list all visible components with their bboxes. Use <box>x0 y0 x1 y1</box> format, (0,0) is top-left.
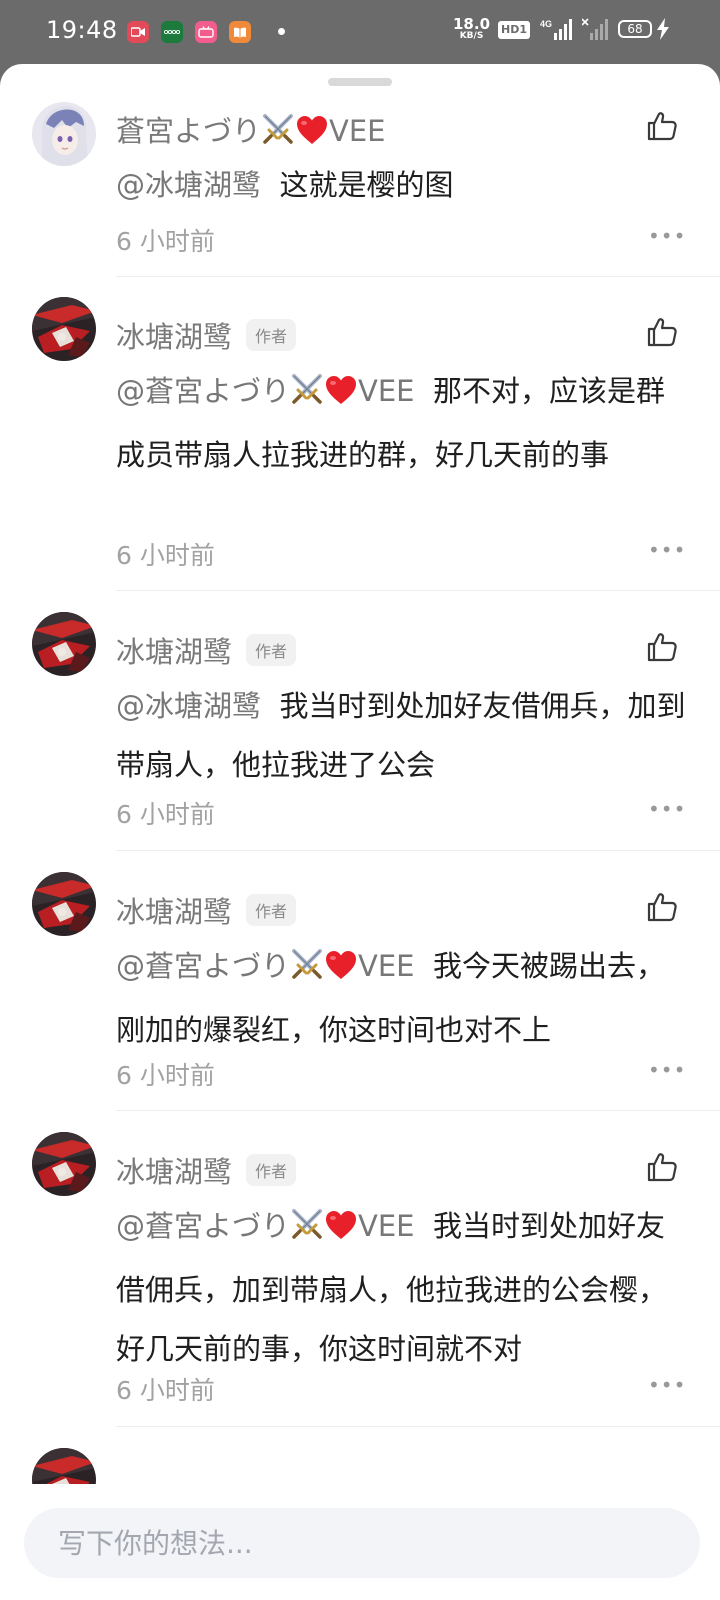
divider <box>116 850 720 851</box>
comment-input[interactable] <box>24 1508 700 1578</box>
avatar[interactable] <box>32 102 96 166</box>
author-badge: 作者 <box>246 894 297 926</box>
network-speed: 18.0 KB/S <box>453 15 491 41</box>
crossed-swords-icon <box>290 367 324 426</box>
more-options-icon[interactable]: ••• <box>648 1373 686 1397</box>
like-icon[interactable] <box>646 891 678 923</box>
crossed-swords-icon <box>261 112 295 153</box>
avatar[interactable] <box>32 297 96 361</box>
more-options-icon[interactable]: ••• <box>648 224 686 248</box>
comment-composer-bar <box>0 1484 720 1600</box>
like-icon[interactable] <box>646 631 678 663</box>
crossed-swords-icon <box>290 1202 324 1261</box>
mention-link[interactable]: @蒼宮よづり VEE <box>116 1209 415 1243</box>
comment-timestamp: 6 小时前 <box>116 1376 215 1405</box>
more-options-icon[interactable]: ••• <box>648 1058 686 1082</box>
video-recorder-app-icon <box>127 21 149 43</box>
author-name[interactable]: 蒼宮よづり VEE <box>116 108 386 153</box>
author-row: 蒼宮よづり VEE <box>116 108 386 153</box>
author-badge: 作者 <box>246 1154 297 1186</box>
red-heart-icon <box>324 942 358 1001</box>
signal-4g-icon: 4G <box>540 18 574 46</box>
comment-text: @蒼宮よづり VEE 我当时到处加好友借佣兵，加到带扇人，他拉我进的公会樱，好几天… <box>116 1197 686 1379</box>
charging-bolt-icon <box>656 18 670 44</box>
avatar[interactable] <box>32 872 96 936</box>
drag-handle[interactable] <box>328 78 392 86</box>
comment-timestamp: 6 小时前 <box>116 227 215 256</box>
divider <box>116 1426 720 1427</box>
hd-voice-icon: HD1 <box>498 21 530 39</box>
comment-timestamp: 6 小时前 <box>116 800 215 829</box>
status-time: 19:48 <box>46 16 118 44</box>
mention-link[interactable]: @冰塘湖鹭 <box>116 689 261 723</box>
author-name[interactable]: 冰塘湖鹭 <box>116 1149 232 1191</box>
divider <box>116 1110 720 1111</box>
comment-text: @蒼宮よづり VEE 我今天被踢出去，刚加的爆裂红，你这时间也对不上 <box>116 937 686 1060</box>
comments-sheet: 蒼宮よづり VEE @冰塘湖鹭 这就是樱的图 6 小时前 ••• 冰塘湖鹭 作者 @蒼宮よづり… <box>0 64 720 1600</box>
author-badge: 作者 <box>246 319 297 351</box>
like-icon[interactable] <box>646 110 678 142</box>
divider <box>116 276 720 277</box>
comment-text: @冰塘湖鹭 这就是樱的图 <box>116 156 686 215</box>
red-heart-icon <box>324 367 358 426</box>
more-options-icon[interactable]: ••• <box>648 797 686 821</box>
more-notifications-dot <box>278 28 285 35</box>
author-name[interactable]: 冰塘湖鹭 <box>116 889 232 931</box>
author-badge: 作者 <box>246 634 297 666</box>
more-options-icon[interactable]: ••• <box>648 538 686 562</box>
signal-no-service-icon <box>581 18 610 46</box>
book-reader-app-icon <box>229 21 251 43</box>
comment-text: @冰塘湖鹭 我当时到处加好友借佣兵，加到带扇人，他拉我进了公会 <box>116 677 686 795</box>
status-bar: 19:48 18.0 KB/S HD1 4G 68 <box>0 0 720 64</box>
avatar[interactable] <box>32 612 96 676</box>
mention-link[interactable]: @蒼宮よづり VEE <box>116 949 415 983</box>
red-heart-icon <box>324 1202 358 1261</box>
mention-link[interactable]: @蒼宮よづり VEE <box>116 374 415 408</box>
oppo-app-icon <box>161 21 183 43</box>
comment-text: @蒼宮よづり VEE 那不对，应该是群成员带扇人拉我进的群，好几天前的事 <box>116 362 686 485</box>
bilibili-app-icon <box>195 21 217 43</box>
battery-icon: 68 <box>618 20 652 38</box>
mention-link[interactable]: @冰塘湖鹭 <box>116 168 261 202</box>
author-row: 冰塘湖鹭 作者 <box>116 314 297 356</box>
author-row: 冰塘湖鹭 作者 <box>116 629 297 671</box>
divider <box>116 590 720 591</box>
comment-timestamp: 6 小时前 <box>116 541 215 570</box>
like-icon[interactable] <box>646 316 678 348</box>
comment-body: 这就是樱的图 <box>279 168 454 202</box>
author-row: 冰塘湖鹭 作者 <box>116 1149 297 1191</box>
author-name[interactable]: 冰塘湖鹭 <box>116 314 232 356</box>
avatar[interactable] <box>32 1132 96 1196</box>
notification-app-icons <box>127 21 251 43</box>
red-heart-icon <box>295 114 329 153</box>
network-type-label: 4G <box>540 19 552 29</box>
author-name[interactable]: 冰塘湖鹭 <box>116 629 232 671</box>
like-icon[interactable] <box>646 1151 678 1183</box>
author-row: 冰塘湖鹭 作者 <box>116 889 297 931</box>
comment-timestamp: 6 小时前 <box>116 1061 215 1090</box>
crossed-swords-icon <box>290 942 324 1001</box>
